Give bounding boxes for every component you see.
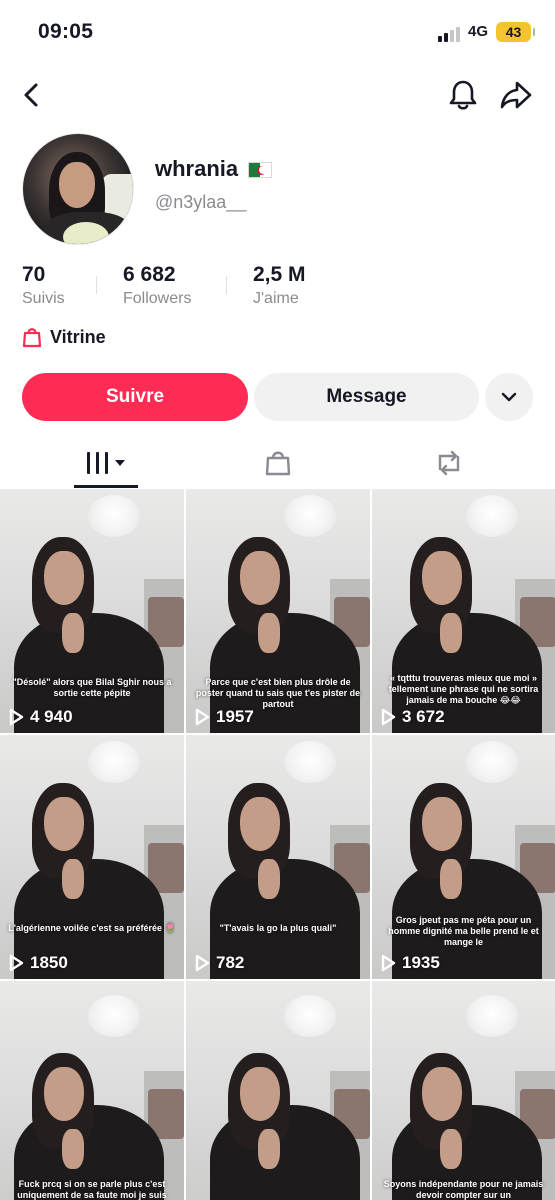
- video-thumbnail[interactable]: Fuck prcq si on se parle plus c'est uniq…: [0, 981, 184, 1200]
- video-caption: Gros jpeut pas me péta pour un homme dig…: [388, 915, 539, 947]
- stat-following[interactable]: 70 Suivis: [22, 262, 65, 310]
- username: @n3ylaa__: [155, 192, 247, 212]
- vitrine-label: Vitrine: [50, 326, 106, 347]
- vitrine-link[interactable]: Vitrine: [22, 323, 106, 351]
- chevron-left-icon: [24, 83, 38, 107]
- play-count: 1957: [194, 707, 254, 727]
- play-icon: [380, 954, 396, 972]
- stat-likes-value: 2,5 M: [253, 263, 306, 286]
- notifications-button[interactable]: [446, 78, 480, 112]
- play-count-value: 1850: [30, 953, 68, 972]
- avatar[interactable]: [22, 133, 134, 245]
- video-caption: Fuck prcq si on se parle plus c'est uniq…: [17, 1179, 167, 1200]
- video-grid: "Désolé" alors que Bilal Sghir nous a so…: [0, 489, 555, 1200]
- status-time: 09:05: [38, 20, 94, 43]
- stat-followers-value: 6 682: [123, 263, 176, 286]
- stat-following-value: 70: [22, 263, 46, 286]
- play-icon: [8, 708, 24, 726]
- stat-divider: [226, 276, 227, 294]
- stat-likes-label: J'aime: [253, 290, 299, 307]
- video-caption: "Désolé" alors que Bilal Sghir nous a so…: [12, 677, 172, 698]
- tab-videos[interactable]: [14, 438, 199, 488]
- active-tab-indicator: [74, 485, 138, 488]
- message-button[interactable]: Message: [254, 373, 479, 421]
- play-count: 3 672: [380, 707, 445, 727]
- video-thumbnail[interactable]: Gros jpeut pas me péta pour un homme dig…: [372, 735, 555, 979]
- play-count-value: 3 672: [402, 707, 445, 726]
- bell-icon: [449, 80, 477, 110]
- share-arrow-icon: [500, 81, 532, 109]
- video-thumbnail[interactable]: [186, 981, 370, 1200]
- video-caption: "T'avais la go la plus quali": [219, 923, 337, 933]
- stat-likes[interactable]: 2,5 M J'aime: [253, 262, 306, 310]
- top-nav: [0, 66, 555, 124]
- video-thumbnail[interactable]: « tqtttu trouveras mieux que moi » telle…: [372, 489, 555, 733]
- video-thumbnail[interactable]: "T'avais la go la plus quali" 782: [186, 735, 370, 979]
- stat-followers-label: Followers: [123, 290, 192, 307]
- stat-divider: [96, 276, 97, 294]
- video-thumbnail[interactable]: Soyons indépendante pour ne jamais devoi…: [372, 981, 555, 1200]
- play-count: 4 940: [8, 707, 73, 727]
- play-count: 782: [194, 953, 244, 973]
- grid-columns-icon: [86, 452, 125, 474]
- content-tabs: [0, 438, 555, 488]
- play-count-value: 1957: [216, 707, 254, 726]
- follow-button[interactable]: Suivre: [22, 373, 248, 421]
- play-icon: [8, 954, 24, 972]
- play-count: 1850: [8, 953, 68, 973]
- tab-reposts[interactable]: [356, 438, 541, 488]
- stat-followers[interactable]: 6 682 Followers: [123, 262, 191, 310]
- stat-following-label: Suivis: [22, 290, 65, 307]
- shopping-bag-icon: [265, 451, 290, 476]
- signal-strength-icon: [438, 26, 464, 42]
- video-caption: « tqtttu trouveras mieux que moi » telle…: [388, 673, 539, 705]
- shopping-bag-icon: [22, 328, 42, 348]
- network-type: 4G: [468, 23, 489, 40]
- back-button[interactable]: [14, 78, 48, 112]
- play-icon: [194, 708, 210, 726]
- video-thumbnail[interactable]: L'algérienne voilée c'est sa préférée 🌷 1…: [0, 735, 184, 979]
- profile-stats: 70 Suivis 6 682 Followers 2,5 M J'aime: [22, 262, 342, 314]
- play-count-value: 782: [216, 953, 245, 972]
- play-icon: [380, 708, 396, 726]
- status-bar: 09:05 4G 43: [0, 0, 555, 66]
- algeria-flag-icon: [248, 162, 272, 178]
- chevron-down-icon: [501, 392, 517, 402]
- play-count-value: 1935: [402, 953, 440, 972]
- video-caption: Parce que c'est bien plus drôle de poste…: [195, 677, 361, 709]
- display-name: whrania: [155, 156, 239, 181]
- battery-indicator: 43: [496, 22, 535, 42]
- tab-shop[interactable]: [185, 438, 370, 488]
- video-thumbnail[interactable]: Parce que c'est bien plus drôle de poste…: [186, 489, 370, 733]
- share-button[interactable]: [499, 78, 533, 112]
- play-count: 1935: [380, 953, 440, 973]
- play-count-value: 4 940: [30, 707, 73, 726]
- video-caption: Soyons indépendante pour ne jamais devoi…: [383, 1179, 544, 1200]
- repost-icon: [438, 450, 459, 476]
- play-icon: [194, 954, 210, 972]
- video-caption: L'algérienne voilée c'est sa préférée 🌷: [8, 923, 176, 933]
- more-options-button[interactable]: [485, 373, 533, 421]
- video-thumbnail[interactable]: "Désolé" alors que Bilal Sghir nous a so…: [0, 489, 184, 733]
